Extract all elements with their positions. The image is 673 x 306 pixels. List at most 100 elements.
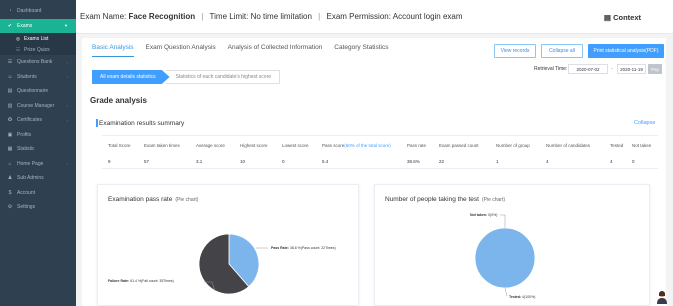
end-date-input[interactable]: 2020-11-19 bbox=[617, 64, 646, 74]
sidebar-subitem-prize-quizs[interactable]: ☷ Prize Quizs bbox=[0, 44, 76, 55]
pie-slice-tested[interactable] bbox=[474, 227, 536, 289]
collapse-all-button[interactable]: Collapse all bbox=[541, 44, 583, 58]
chevron-right-icon: › bbox=[66, 103, 68, 109]
clipboard-icon: ▤ bbox=[7, 88, 13, 95]
dashboard-icon: ◔ bbox=[8, 8, 12, 15]
pass-rate-label: Pass Rate: 38.6 %(Pass count: 22Times) bbox=[271, 246, 336, 250]
book-icon: ▥ bbox=[7, 102, 13, 109]
sidebar-item-course-manager[interactable]: ▥ Course Manager › bbox=[0, 99, 76, 114]
sidebar: ◔ Dashboard ✔ Exams ▼ ◎ Exams List ☷ Prize Quizs… bbox=[0, 0, 76, 306]
header-number-of-candidates: Number of candidates bbox=[546, 143, 591, 148]
sidebar-item-label: Account bbox=[17, 189, 36, 196]
prize-icon: ☷ bbox=[16, 46, 21, 52]
summary-title: Examination results summary bbox=[99, 120, 185, 127]
value-number-of-group: 1 bbox=[496, 159, 499, 164]
value-tested: 4 bbox=[610, 159, 613, 164]
header-tested: Tested bbox=[610, 143, 624, 148]
sidebar-item-label: Sub Admins bbox=[17, 175, 44, 182]
value-pass-score: 5.4 bbox=[322, 159, 329, 164]
list-icon: ☰ bbox=[7, 59, 13, 66]
subtab-all-exam-details[interactable]: All exam details statistics bbox=[92, 70, 170, 84]
collapse-link[interactable]: Collapse bbox=[634, 120, 655, 126]
analysis-card: Basic Analysis Exam Question Analysis An… bbox=[82, 38, 668, 306]
sidebar-item-questionnaire[interactable]: ▤ Questionnaire bbox=[0, 84, 76, 99]
grade-analysis-title: Grade analysis bbox=[90, 96, 147, 105]
pay-button[interactable]: Pay bbox=[648, 64, 662, 74]
sidebar-subitem-exams-list[interactable]: ◎ Exams List bbox=[0, 33, 76, 44]
value-exam-taken-times: 57 bbox=[144, 159, 150, 164]
sidebar-item-students[interactable]: ☺ Students › bbox=[0, 70, 76, 85]
sidebar-item-label: Questionnaire bbox=[17, 88, 49, 95]
sidebar-item-label: Profits bbox=[17, 131, 32, 138]
sidebar-item-label: Course Manager bbox=[17, 102, 55, 109]
sidebar-item-label: Students bbox=[17, 73, 37, 80]
header-exam-passed-count: Exam passed count bbox=[439, 143, 479, 148]
exam-name-label: Exam Name: bbox=[80, 12, 127, 21]
sidebar-item-settings[interactable]: ⚙ Settings bbox=[0, 200, 76, 215]
analysis-tabs: Basic Analysis Exam Question Analysis An… bbox=[92, 44, 400, 57]
sidebar-subitem-label: Prize Quizs bbox=[24, 46, 50, 53]
sidebar-item-sub-admins[interactable]: ♟ Sub Admins bbox=[0, 171, 76, 186]
value-total-score: 9 bbox=[108, 159, 111, 164]
chevron-right-icon: › bbox=[66, 117, 68, 123]
tab-basic-analysis[interactable]: Basic Analysis bbox=[92, 44, 134, 57]
exam-header: Exam Name: Face Recognition | Time Limit… bbox=[76, 0, 673, 34]
chevron-right-icon: › bbox=[66, 161, 68, 167]
pie-label-connector bbox=[504, 287, 508, 297]
exam-name: Face Recognition bbox=[128, 12, 196, 21]
header-average-score: Average score bbox=[196, 143, 225, 148]
separator: | bbox=[318, 12, 321, 21]
people-tested-pie-chart bbox=[474, 214, 536, 297]
sidebar-item-home-page[interactable]: ⌂ Home Page › bbox=[0, 157, 76, 172]
view-records-button[interactable]: View records bbox=[494, 44, 536, 58]
people-tested-panel: Number of people taking the test (Pie cha… bbox=[374, 184, 650, 306]
sidebar-item-statistic[interactable]: ▦ Statistic bbox=[0, 142, 76, 157]
gear-icon: ⚙ bbox=[7, 204, 13, 211]
value-not-taken: 0 bbox=[632, 159, 635, 164]
failure-rate-label: Failure Rate: 61.4 %(Fail count: 35Times… bbox=[108, 279, 174, 283]
pie-label-connector bbox=[500, 214, 506, 228]
separator: | bbox=[201, 12, 204, 21]
print-pdf-button[interactable]: Print statistical analysis(PDF) bbox=[588, 44, 664, 58]
section-marker bbox=[96, 119, 98, 127]
header-total-score: Total Score bbox=[108, 143, 131, 148]
chevron-down-icon: ▼ bbox=[64, 23, 68, 29]
start-date-input[interactable]: 2020-07-02 bbox=[568, 64, 608, 74]
avatar[interactable] bbox=[656, 290, 668, 304]
main-content: Basic Analysis Exam Question Analysis An… bbox=[76, 34, 673, 306]
list-icon: ◎ bbox=[16, 35, 20, 41]
statistics-subtabs: All exam details statistics Statistics o… bbox=[92, 70, 281, 84]
chevron-right-icon: › bbox=[66, 74, 68, 80]
sidebar-item-account[interactable]: $ Account bbox=[0, 186, 76, 201]
date-separator: - bbox=[611, 66, 613, 72]
sidebar-item-label: Certificates bbox=[17, 117, 43, 124]
context-button[interactable]: ▤ Context bbox=[604, 13, 641, 22]
sidebar-item-label: Statistic bbox=[17, 146, 35, 153]
user-icon: ☺ bbox=[7, 73, 13, 80]
tab-category-statistics[interactable]: Category Statistics bbox=[334, 44, 388, 57]
tab-collected-information[interactable]: Analysis of Collected Information bbox=[228, 44, 323, 57]
certificate-icon: ✪ bbox=[7, 117, 13, 124]
header-highest-score: Highest score bbox=[240, 143, 268, 148]
header-exam-taken-times: Exam taken times bbox=[144, 143, 180, 148]
sidebar-item-certificates[interactable]: ✪ Certificates › bbox=[0, 113, 76, 128]
check-circle-icon: ✔ bbox=[7, 22, 13, 29]
chart-icon: ▦ bbox=[7, 146, 13, 153]
money-icon: ▣ bbox=[7, 131, 13, 138]
value-highest-score: 10 bbox=[240, 159, 246, 164]
sidebar-item-exams[interactable]: ✔ Exams ▼ bbox=[0, 18, 76, 33]
sidebar-item-questions-bank[interactable]: ☰ Questions Bank › bbox=[0, 55, 76, 70]
header-number-of-group: Number of group bbox=[496, 143, 530, 148]
tested-label: Tested: 4(100%) bbox=[509, 295, 536, 299]
sidebar-item-label: Dashboard bbox=[17, 8, 42, 15]
sidebar-item-label: Settings bbox=[17, 204, 36, 211]
sidebar-item-dashboard[interactable]: ◔ Dashboard bbox=[0, 4, 76, 19]
exam-info: Exam Name: Face Recognition | Time Limit… bbox=[80, 12, 463, 21]
account-icon: $ bbox=[8, 189, 12, 196]
value-lowest-score: 0 bbox=[282, 159, 285, 164]
tab-exam-question-analysis[interactable]: Exam Question Analysis bbox=[146, 44, 216, 57]
time-limit: Time Limit: No time limitation bbox=[209, 12, 312, 21]
sidebar-item-profits[interactable]: ▣ Profits bbox=[0, 128, 76, 143]
subtab-candidate-highest-score[interactable]: Statistics of each candidate's highest s… bbox=[165, 70, 281, 84]
value-exam-passed-count: 22 bbox=[439, 159, 445, 164]
